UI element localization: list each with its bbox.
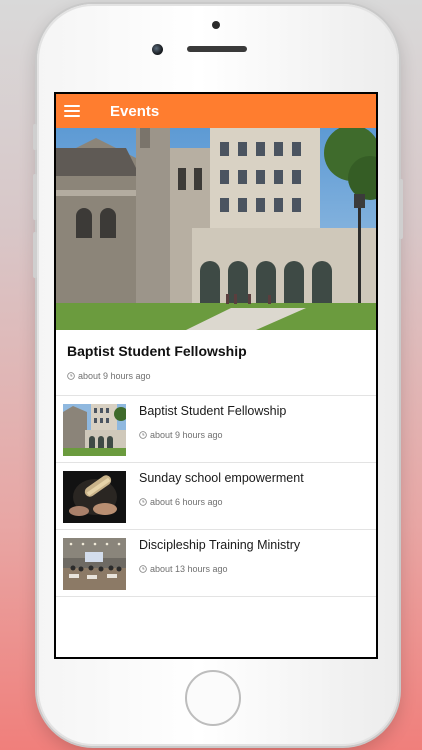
event-title: Baptist Student Fellowship xyxy=(139,404,287,418)
event-time: about 13 hours ago xyxy=(150,564,228,574)
event-meta: about 9 hours ago xyxy=(139,430,376,440)
event-time: about 9 hours ago xyxy=(150,430,223,440)
featured-event-title: Baptist Student Fellowship xyxy=(67,343,247,359)
app-screen: Events Baptist Student Fellowship about … xyxy=(56,94,376,657)
meeting-room-thumbnail xyxy=(63,538,126,590)
event-meta: about 6 hours ago xyxy=(139,497,376,507)
scroll-hands-thumbnail xyxy=(63,471,126,523)
featured-event-meta: about 9 hours ago xyxy=(67,371,365,381)
featured-event-card[interactable]: Baptist Student Fellowship about 9 hours… xyxy=(56,330,376,396)
building-thumbnail xyxy=(63,404,126,456)
list-item[interactable]: Discipleship Training Ministry about 13 … xyxy=(56,530,376,597)
hamburger-menu-icon[interactable] xyxy=(64,105,80,117)
event-title: Sunday school empowerment xyxy=(139,471,304,485)
event-text: Discipleship Training Ministry about 13 … xyxy=(139,538,376,596)
phone-screen: Events Baptist Student Fellowship about … xyxy=(54,92,378,659)
featured-event-time: about 9 hours ago xyxy=(78,371,151,381)
home-button[interactable] xyxy=(185,670,241,726)
proximity-sensor xyxy=(212,21,220,29)
clock-icon xyxy=(139,431,147,439)
volume-down-button xyxy=(33,232,37,278)
list-item[interactable]: Sunday school empowerment about 6 hours … xyxy=(56,463,376,530)
front-camera xyxy=(152,44,163,55)
earpiece-speaker xyxy=(187,46,247,52)
mute-switch xyxy=(33,124,37,150)
event-title: Discipleship Training Ministry xyxy=(139,538,301,552)
event-time: about 6 hours ago xyxy=(150,497,223,507)
event-thumbnail xyxy=(63,471,126,523)
power-button xyxy=(399,179,403,239)
event-thumbnail xyxy=(63,538,126,590)
event-text: Sunday school empowerment about 6 hours … xyxy=(139,471,376,529)
list-item[interactable]: Baptist Student Fellowship about 9 hours… xyxy=(56,396,376,463)
featured-event-image[interactable] xyxy=(56,128,376,330)
event-meta: about 13 hours ago xyxy=(139,564,376,574)
clock-icon xyxy=(139,498,147,506)
building-photo xyxy=(56,128,376,330)
event-text: Baptist Student Fellowship about 9 hours… xyxy=(139,404,376,462)
clock-icon xyxy=(67,372,75,380)
app-title: Events xyxy=(110,102,160,120)
volume-up-button xyxy=(33,174,37,220)
app-bar: Events xyxy=(56,94,376,128)
clock-icon xyxy=(139,565,147,573)
event-thumbnail xyxy=(63,404,126,456)
